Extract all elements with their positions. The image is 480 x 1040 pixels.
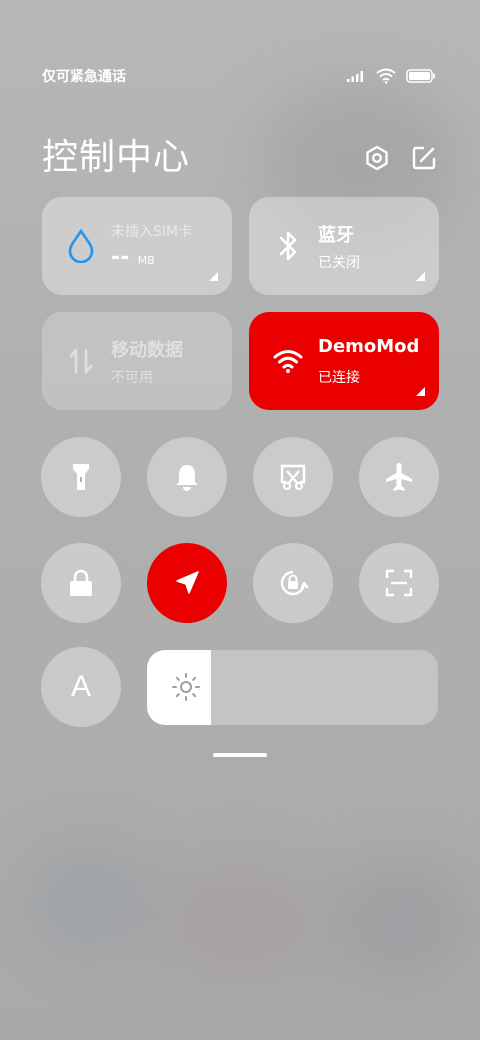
home-indicator[interactable] bbox=[213, 753, 267, 757]
bluetooth-tile[interactable]: 蓝牙 已关闭 bbox=[249, 197, 439, 295]
signal-icon bbox=[347, 71, 363, 82]
wifi-tile[interactable]: DemoMod 已连接 bbox=[249, 312, 439, 410]
edit-icon[interactable] bbox=[411, 145, 437, 171]
status-icons bbox=[346, 68, 436, 84]
mobile-data-icon bbox=[69, 348, 93, 374]
status-bar: 仅可紧急通话 bbox=[42, 66, 436, 86]
rotation-lock-toggle[interactable] bbox=[253, 543, 333, 623]
background-blur bbox=[20, 840, 160, 960]
flashlight-toggle[interactable] bbox=[41, 437, 121, 517]
data-usage-value: -- bbox=[111, 245, 130, 270]
rotation-lock-icon bbox=[280, 570, 309, 596]
mobile-data-status: 不可用 bbox=[111, 370, 153, 386]
scanner-toggle[interactable] bbox=[359, 543, 439, 623]
expand-corner-icon bbox=[416, 387, 425, 396]
data-usage-readout: -- MB bbox=[111, 245, 155, 270]
location-icon bbox=[176, 571, 199, 594]
page-title: 控制中心 bbox=[42, 137, 191, 178]
battery-icon bbox=[406, 69, 435, 83]
wifi-status: 已连接 bbox=[318, 370, 360, 386]
background-blur bbox=[160, 860, 320, 980]
airplane-mode-toggle[interactable] bbox=[359, 437, 439, 517]
bluetooth-status: 已关闭 bbox=[318, 255, 360, 271]
carrier-label: 仅可紧急通话 bbox=[42, 69, 126, 85]
location-toggle[interactable] bbox=[147, 543, 227, 623]
flashlight-icon bbox=[73, 464, 89, 490]
font-icon: A bbox=[70, 670, 91, 703]
scan-icon bbox=[385, 569, 413, 597]
font-size-toggle[interactable]: A bbox=[41, 647, 121, 727]
screenshot-icon bbox=[280, 464, 306, 491]
bell-icon bbox=[176, 465, 198, 491]
wifi-network-name: DemoMod bbox=[318, 336, 420, 357]
mobile-data-label: 移动数据 bbox=[111, 340, 183, 361]
brightness-slider[interactable] bbox=[147, 650, 438, 725]
wifi-status-icon bbox=[376, 68, 396, 84]
bluetooth-label: 蓝牙 bbox=[318, 225, 354, 246]
settings-icon[interactable] bbox=[364, 145, 390, 171]
sun-icon bbox=[172, 673, 200, 701]
expand-corner-icon bbox=[209, 272, 218, 281]
bluetooth-icon bbox=[279, 231, 297, 261]
data-usage-unit: MB bbox=[137, 254, 155, 267]
airplane-icon bbox=[386, 463, 412, 491]
screenshot-toggle[interactable] bbox=[253, 437, 333, 517]
expand-corner-icon bbox=[416, 272, 425, 281]
background-blur bbox=[330, 860, 470, 980]
water-drop-icon bbox=[68, 229, 94, 263]
data-usage-tile[interactable]: 未插入SIM卡 -- MB bbox=[42, 197, 232, 295]
mobile-data-tile[interactable]: 移动数据 不可用 bbox=[42, 312, 232, 410]
data-usage-title: 未插入SIM卡 bbox=[111, 224, 193, 240]
wifi-icon bbox=[273, 350, 303, 373]
ringer-toggle[interactable] bbox=[147, 437, 227, 517]
lock-screen-toggle[interactable] bbox=[41, 543, 121, 623]
lock-icon bbox=[70, 569, 92, 596]
